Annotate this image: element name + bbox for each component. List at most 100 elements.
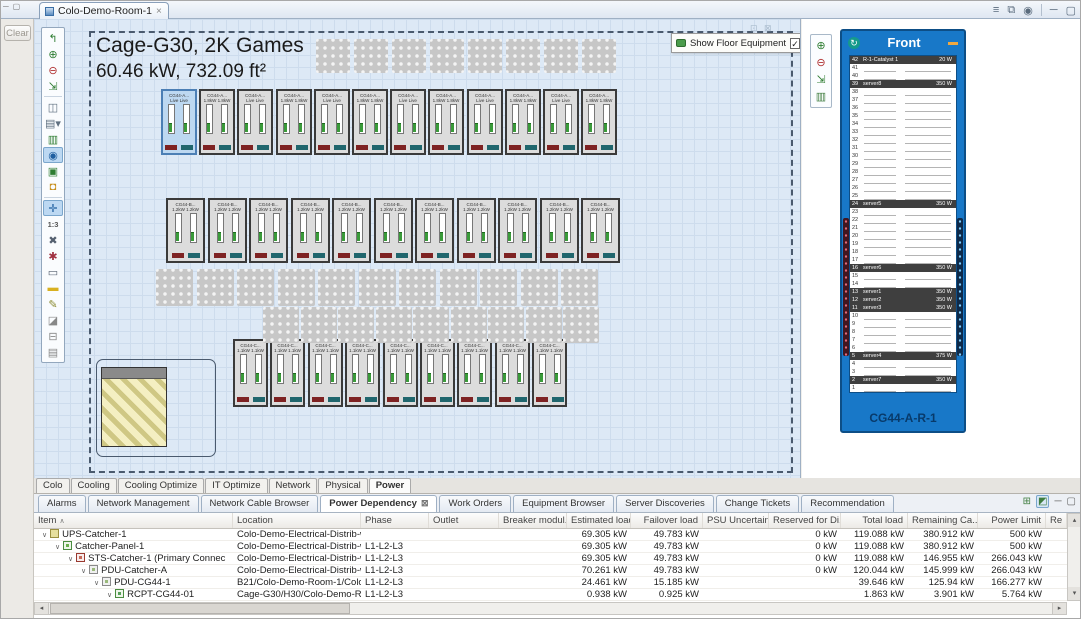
refresh-icon[interactable]: ↻: [848, 37, 860, 49]
elev-zoom-out-tool-icon[interactable]: ⊖: [812, 54, 830, 71]
layers-tool-icon[interactable]: ▤▾: [43, 115, 63, 131]
column-header-failover-load[interactable]: Failover load: [631, 513, 703, 528]
table-row-sts-catcher-1-primary-connec[interactable]: ∨STS-Catcher-1 (Primary ConnecColo-Demo-…: [34, 553, 1067, 565]
zoom-in-tool-icon[interactable]: ⊕: [43, 46, 63, 62]
floor-rack[interactable]: CG44-B... 1.2kW 1.2kW: [166, 198, 205, 263]
column-header-psu-uncertainty[interactable]: PSU Uncertainty: [703, 513, 769, 528]
view-tab-cooling-optimize[interactable]: Cooling Optimize: [118, 478, 204, 493]
editor-tab-colo-demo-room-1[interactable]: Colo-Demo-Room-1 ×: [39, 2, 169, 19]
rack-device-server6[interactable]: 16server6350 W: [850, 264, 956, 272]
floor-plan-canvas[interactable]: Cage-G30, 2K Games 60.46 kW, 732.09 ft² …: [34, 19, 801, 478]
column-header-remaining-ca-[interactable]: Remaining Ca...: [908, 513, 978, 528]
rack-device-server4[interactable]: 5server4375 W: [850, 352, 956, 360]
view-tab-power[interactable]: Power: [369, 478, 412, 493]
chevron-down-icon[interactable]: ∨: [94, 580, 99, 587]
panel-maximize-icon[interactable]: ▢: [1067, 496, 1076, 507]
floor-rack[interactable]: CG44-C... 1.1kW 1.1kW: [457, 339, 492, 407]
floor-rack[interactable]: CG44-A... 1.8kW 1.8kW: [352, 89, 388, 155]
floor-rack[interactable]: CG44-A... 1.8kW 1.8kW: [276, 89, 312, 155]
panel-tab-equipment-browser[interactable]: Equipment Browser: [513, 495, 614, 512]
floor-rack[interactable]: CG44-B... 1.2kW 1.2kW: [332, 198, 371, 263]
floor-rack[interactable]: CG44-A... 1.8kW 1.8kW: [505, 89, 541, 155]
column-header-breaker-modul-[interactable]: Breaker modul...: [499, 513, 567, 528]
draw-area-tool-icon[interactable]: ▭: [43, 264, 63, 280]
rack-device-server8[interactable]: 39server8350 W: [850, 80, 956, 88]
pencil-tool-icon[interactable]: ✎: [43, 296, 63, 312]
floor-rack[interactable]: CG44-C... 1.1kW 1.1kW: [420, 339, 455, 407]
panel-tab-network-management[interactable]: Network Management: [88, 495, 199, 512]
column-header-outlet[interactable]: Outlet: [429, 513, 499, 528]
panel-tab-recommendation[interactable]: Recommendation: [801, 495, 893, 512]
floor-rack[interactable]: CG44-B... 1.2kW 1.2kW: [415, 198, 454, 263]
floor-rack[interactable]: CG44-C... 1.1kW 1.1kW: [270, 339, 305, 407]
chevron-down-icon[interactable]: ∨: [55, 544, 60, 551]
panel-tab-power-dependency[interactable]: Power Dependency⊠: [320, 495, 437, 512]
floor-rack[interactable]: CG44-C... 1.1kW 1.1kW: [345, 339, 380, 407]
column-header-location[interactable]: Location: [233, 513, 361, 528]
floor-rack[interactable]: CG44-A... 1.8kW 1.8kW: [428, 89, 464, 155]
close-icon[interactable]: ×: [156, 6, 162, 17]
view-menu-icon[interactable]: ≡: [993, 4, 999, 16]
scroll-right-icon[interactable]: ▸: [1052, 603, 1066, 614]
floor-rack[interactable]: CG44-B... 1.2kW 1.2kW: [498, 198, 537, 263]
floor-rack[interactable]: CG44-A... 1.8kW 1.8kW: [199, 89, 235, 155]
rack-device-server3[interactable]: 11server3350 W: [850, 304, 956, 312]
paint-tool-icon[interactable]: ✱: [43, 248, 63, 264]
elev-rack-view-tool-icon[interactable]: ▥: [812, 88, 830, 105]
hierarchy-view-icon[interactable]: ⧉: [1007, 4, 1015, 17]
floor-rack[interactable]: CG44-C... 1.1kW 1.1kW: [495, 339, 530, 407]
panel-restore-icon[interactable]: ▢: [13, 2, 25, 11]
floor-rack[interactable]: CG44-C... 1.1kW 1.1kW: [532, 339, 567, 407]
select-tool-icon[interactable]: ↰: [43, 30, 63, 46]
elev-zoom-in-tool-icon[interactable]: ⊕: [812, 37, 830, 54]
label-tool-icon[interactable]: ⊟: [43, 328, 63, 344]
floor-rack[interactable]: CG44-B... 1.2kW 1.2kW: [291, 198, 330, 263]
rows-tool-icon[interactable]: ▤: [43, 344, 63, 360]
floor-rack[interactable]: CG44-B... 1.2kW 1.2kW: [374, 198, 413, 263]
panel-tab-alarms[interactable]: Alarms: [38, 495, 86, 512]
floor-rack[interactable]: CG44-A... Live Live: [543, 89, 579, 155]
scrollbar-thumb[interactable]: [50, 603, 350, 614]
floor-rack[interactable]: CG44-C... 1.1kW 1.1kW: [383, 339, 418, 407]
view-tab-colo[interactable]: Colo: [36, 478, 70, 493]
floor-rack[interactable]: CG44-A... Live Live: [161, 89, 197, 155]
floor-rack[interactable]: CG44-B... 1.2kW 1.2kW: [581, 198, 620, 263]
rack-device-server5[interactable]: 24server5350 W: [850, 200, 956, 208]
power-overlay-tool-icon[interactable]: ◉: [43, 147, 63, 163]
maximize-icon[interactable]: ▢: [1066, 4, 1076, 17]
view-tab-network[interactable]: Network: [269, 478, 318, 493]
floor-rack[interactable]: CG44-B... 1.2kW 1.2kW: [249, 198, 288, 263]
floor-rack[interactable]: CG44-B... 1.2kW 1.2kW: [457, 198, 496, 263]
elev-zoom-fit-tool-icon[interactable]: ⇲: [812, 71, 830, 88]
floor-rack[interactable]: CG44-A... Live Live: [314, 89, 350, 155]
column-header-reserved-for-di-[interactable]: Reserved for Di...: [769, 513, 841, 528]
chevron-down-icon[interactable]: ∨: [42, 532, 47, 539]
tree-view-icon[interactable]: ◩: [1036, 495, 1049, 508]
rack-elevation[interactable]: ↻ Front ▬ 42R-1-Catalyst 120 W414039serv…: [840, 29, 966, 433]
capacity-overlay-tool-icon[interactable]: ▣: [43, 163, 63, 179]
panel-tab-network-cable-browser[interactable]: Network Cable Browser: [201, 495, 319, 512]
panel-minimize-icon[interactable]: ─: [3, 2, 13, 11]
floor-pdu-unit[interactable]: [101, 367, 167, 447]
zoom-out-tool-icon[interactable]: ⊖: [43, 62, 63, 78]
scroll-down-icon[interactable]: ▾: [1068, 587, 1081, 600]
panel-tab-change-tickets[interactable]: Change Tickets: [716, 495, 799, 512]
table-view-icon[interactable]: ⊞: [1023, 496, 1031, 507]
floor-rack[interactable]: CG44-A... Live Live: [467, 89, 503, 155]
table-row-pdu-cg44-1[interactable]: ∨PDU-CG44-1B21/Colo-Demo-Room-1/Colo De.…: [34, 577, 1067, 589]
view-tab-it-optimize[interactable]: IT Optimize: [205, 478, 267, 493]
column-header-estimated-load[interactable]: Estimated load: [567, 513, 631, 528]
panel-tab-server-discoveries[interactable]: Server Discoveries: [616, 495, 714, 512]
chevron-down-icon[interactable]: ∨: [81, 568, 86, 575]
connect-tool-icon[interactable]: ✖: [43, 232, 63, 248]
horizontal-scrollbar[interactable]: ◂ ▸: [34, 602, 1067, 615]
panel-tab-work-orders[interactable]: Work Orders: [439, 495, 511, 512]
lock-tool-icon[interactable]: ◘: [43, 179, 63, 195]
close-icon[interactable]: ⊠: [421, 498, 429, 509]
clear-button[interactable]: Clear: [4, 25, 31, 41]
move-tool-icon[interactable]: ✛: [43, 200, 63, 216]
3d-view-tool-icon[interactable]: ◫: [43, 99, 63, 115]
pin-icon[interactable]: ▬: [948, 37, 958, 48]
chevron-down-icon[interactable]: ∨: [107, 592, 112, 599]
floor-rack[interactable]: CG44-C... 1.1kW 1.1kW: [233, 339, 268, 407]
